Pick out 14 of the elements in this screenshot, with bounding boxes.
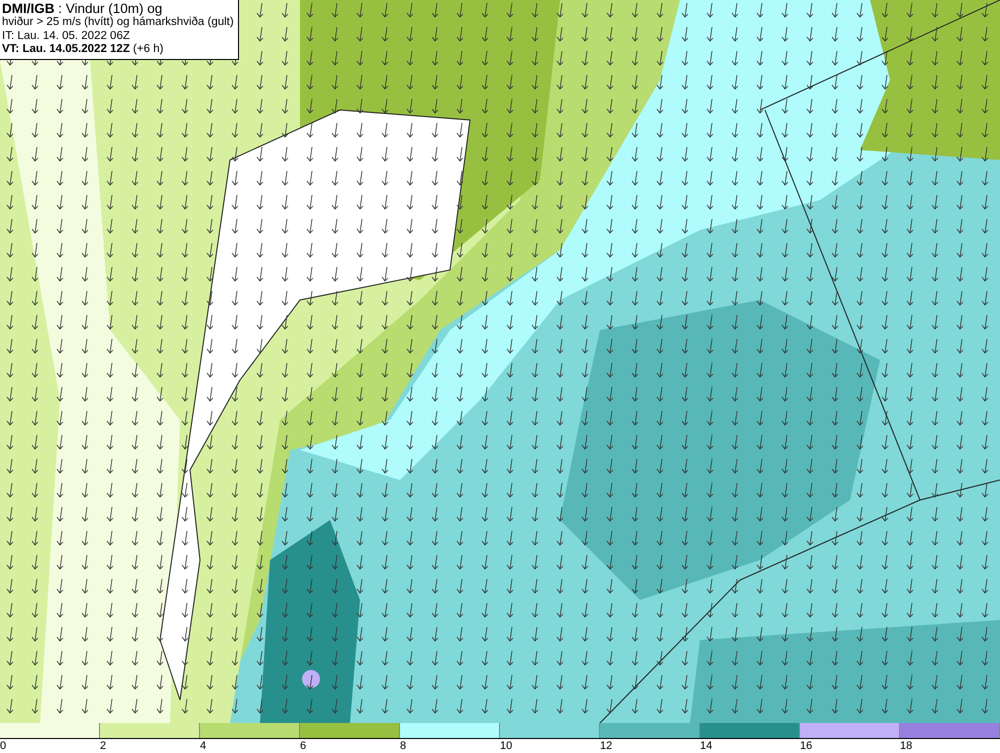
title-line: IT: Lau. 14. 05. 2022 06Z <box>2 30 131 43</box>
tick-label: 6 <box>300 740 306 752</box>
title-line: VT: Lau. 14.05.2022 12Z (+6 h) <box>2 43 164 56</box>
tick-label: 16 <box>800 740 812 752</box>
tick-label: 8 <box>400 740 406 752</box>
title-line: hviður > 25 m/s (hvítt) og hámarkshviða (gult) <box>2 16 234 30</box>
title-line: DMI/IGB : Vindur (10m) og <box>2 1 164 16</box>
tick-label: 14 <box>700 740 712 752</box>
tick-label: 0 <box>0 740 6 752</box>
tick-label: 2 <box>100 740 106 752</box>
tick-label: 12 <box>600 740 612 752</box>
tick-label: 18 <box>900 740 912 752</box>
tick-label: 10 <box>500 740 512 752</box>
tick-label: 4 <box>200 740 206 752</box>
